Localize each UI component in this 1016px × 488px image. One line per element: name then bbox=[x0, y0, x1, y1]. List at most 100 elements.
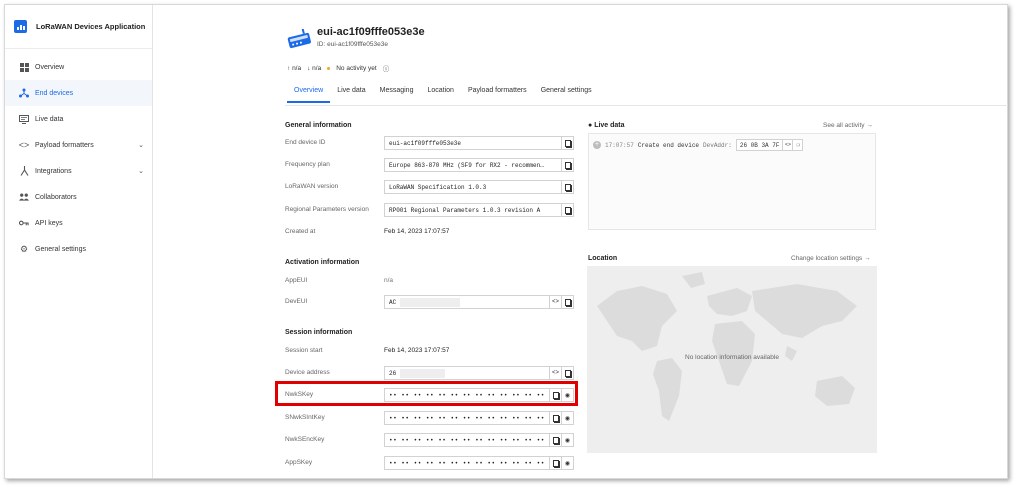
arrow-down-icon: ↓ bbox=[307, 64, 311, 72]
created-at-label: Created at bbox=[285, 228, 316, 235]
event-name: Create end device bbox=[637, 141, 700, 149]
tab-live-data[interactable]: Live data bbox=[330, 83, 372, 103]
main-content: eui-ac1f09fffe053e3e ID: eui-ac1f09fffe0… bbox=[153, 5, 1008, 478]
live-data-panel: + 17:07:57 Create end device DevAddr: 26… bbox=[588, 133, 876, 230]
key-icon bbox=[19, 218, 29, 228]
appeui-label: AppEUI bbox=[285, 277, 308, 284]
app-header[interactable]: LoRaWAN Devices Application bbox=[5, 5, 152, 49]
end-device-id-value: eui-ac1f09fffe053e3e bbox=[389, 139, 462, 147]
copy-icon[interactable] bbox=[549, 434, 561, 446]
appeui-value: n/a bbox=[384, 277, 394, 284]
copy-icon[interactable] bbox=[561, 204, 573, 216]
copy-icon[interactable] bbox=[561, 159, 573, 171]
device-stats: ↑ n/a ↓ n/a No activity yet ⓘ bbox=[287, 63, 390, 74]
see-all-activity-link[interactable]: See all activity → bbox=[823, 122, 873, 129]
code-toggle-icon[interactable]: <> bbox=[782, 140, 792, 150]
event-attr-label: DevAddr: bbox=[703, 141, 732, 149]
lorawan-version-value: LoRaWAN Specification 1.0.3 bbox=[389, 183, 487, 191]
tab-overview[interactable]: Overview bbox=[287, 83, 331, 103]
chevron-down-icon[interactable]: ⌄ bbox=[138, 141, 144, 149]
tab-general-settings[interactable]: General settings bbox=[534, 83, 599, 103]
sidebar-item-label: General settings bbox=[35, 245, 86, 253]
event-attr-value: 26 0B 3A 7F bbox=[739, 141, 780, 149]
copy-icon[interactable] bbox=[561, 137, 573, 149]
page-title: eui-ac1f09fffe053e3e bbox=[317, 26, 425, 38]
device-address-prefix: 26 bbox=[389, 369, 397, 377]
eye-icon[interactable]: ◉ bbox=[561, 434, 573, 446]
copy-icon[interactable] bbox=[549, 412, 561, 424]
app-window: LoRaWAN Devices Application Overview End… bbox=[4, 4, 1008, 479]
deveui-field: AC <> bbox=[384, 295, 574, 309]
sidebar-item-api-keys[interactable]: API keys bbox=[5, 210, 152, 236]
end-device-id-field: eui-ac1f09fffe053e3e bbox=[384, 136, 574, 150]
sidebar-item-label: Collaborators bbox=[35, 193, 77, 201]
sidebar-item-end-devices[interactable]: End devices bbox=[5, 80, 152, 106]
deveui-label: DevEUI bbox=[285, 298, 308, 305]
copy-icon[interactable] bbox=[549, 457, 561, 469]
people-icon bbox=[19, 192, 29, 202]
arrow-up-icon: ↑ bbox=[287, 64, 291, 72]
tab-location[interactable]: Location bbox=[420, 83, 460, 103]
snwksintkey-field: •• •• •• •• •• •• •• •• •• •• •• •• •• •… bbox=[384, 411, 574, 425]
activity-dot-icon bbox=[327, 66, 331, 70]
location-title: Location bbox=[588, 255, 618, 262]
tab-messaging[interactable]: Messaging bbox=[373, 83, 421, 103]
code-toggle-icon[interactable]: <> bbox=[549, 296, 561, 308]
appskey-label: AppSKey bbox=[285, 459, 313, 466]
device-address-value: 26 bbox=[385, 368, 549, 378]
sidebar-item-integrations[interactable]: Integrations ⌄ bbox=[5, 158, 152, 184]
sidebar-item-payload-formatters[interactable]: <> Payload formatters ⌄ bbox=[5, 132, 152, 158]
redacted-block bbox=[400, 368, 446, 378]
location-map[interactable]: No location information available bbox=[587, 266, 877, 453]
gear-icon: ⚙ bbox=[19, 243, 29, 254]
nwksenckey-label: NwkSEncKey bbox=[285, 436, 325, 443]
lorawan-version-label: LoRaWAN version bbox=[285, 183, 339, 190]
help-icon[interactable]: ⓘ bbox=[383, 63, 390, 73]
activity-status: No activity yet bbox=[336, 64, 377, 72]
created-at-value: Feb 14, 2023 17:07:57 bbox=[384, 228, 450, 235]
device-address-field: 26 <> bbox=[384, 366, 574, 380]
sidebar-item-label: Payload formatters bbox=[35, 141, 94, 149]
appskey-field: •• •• •• •• •• •• •• •• •• •• •• •• •• •… bbox=[384, 456, 574, 470]
redacted-block bbox=[400, 297, 461, 307]
sidebar-item-label: API keys bbox=[35, 219, 63, 227]
downlink-stat: ↓ n/a bbox=[307, 65, 321, 72]
sidebar-item-label: Live data bbox=[35, 115, 64, 123]
sidebar-item-overview[interactable]: Overview bbox=[5, 54, 152, 80]
copy-icon[interactable]: ❏ bbox=[792, 140, 802, 150]
live-data-event-row[interactable]: + 17:07:57 Create end device DevAddr: 26… bbox=[593, 139, 804, 151]
regional-params-value: RP001 Regional Parameters 1.0.3 revision… bbox=[389, 206, 541, 214]
code-icon: <> bbox=[18, 140, 30, 150]
session-info-title: Session information bbox=[285, 329, 353, 336]
change-location-link[interactable]: Change location settings → bbox=[791, 255, 871, 262]
live-data-title-text: Live data bbox=[594, 122, 625, 129]
sidebar-item-collaborators[interactable]: Collaborators bbox=[5, 184, 152, 210]
live-data-title: ● Live data bbox=[588, 122, 625, 129]
nwksenckey-field: •• •• •• •• •• •• •• •• •• •• •• •• •• •… bbox=[384, 433, 574, 447]
sidebar-item-label: Overview bbox=[35, 63, 65, 71]
eye-icon[interactable]: ◉ bbox=[561, 412, 573, 424]
app-title: LoRaWAN Devices Application bbox=[36, 22, 146, 31]
deveui-prefix: AC bbox=[389, 298, 397, 306]
activation-info-title: Activation information bbox=[285, 259, 360, 266]
sidebar-nav: Overview End devices Live data <> Payloa… bbox=[5, 54, 152, 262]
device-tabs: Overview Live data Messaging Location Pa… bbox=[287, 83, 599, 103]
tab-payload-formatters[interactable]: Payload formatters bbox=[461, 83, 534, 103]
device-icon bbox=[287, 29, 311, 49]
grid-icon bbox=[19, 62, 29, 72]
copy-icon[interactable] bbox=[561, 296, 573, 308]
eye-icon[interactable]: ◉ bbox=[561, 457, 573, 469]
regional-params-label: Regional Parameters version bbox=[285, 206, 369, 213]
event-time: 17:07:57 bbox=[605, 141, 634, 149]
lorawan-version-field: LoRaWAN Specification 1.0.3 bbox=[384, 180, 574, 194]
copy-icon[interactable] bbox=[561, 181, 573, 193]
sidebar: LoRaWAN Devices Application Overview End… bbox=[5, 5, 153, 478]
live-dot-icon: ● bbox=[588, 122, 593, 129]
code-toggle-icon[interactable]: <> bbox=[549, 367, 561, 379]
copy-icon[interactable] bbox=[561, 367, 573, 379]
sidebar-item-general-settings[interactable]: ⚙ General settings bbox=[5, 236, 152, 262]
general-info-title: General information bbox=[285, 122, 352, 129]
sidebar-item-live-data[interactable]: Live data bbox=[5, 106, 152, 132]
chevron-down-icon[interactable]: ⌄ bbox=[138, 167, 144, 175]
sidebar-item-label: End devices bbox=[35, 89, 74, 97]
